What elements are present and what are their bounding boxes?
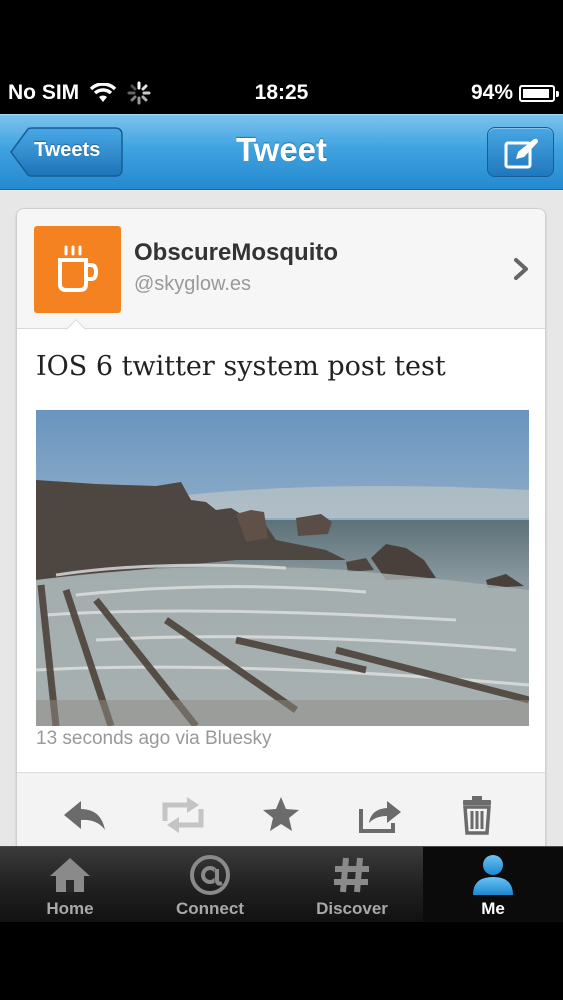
tab-bar: Home Connect Discover Me — [0, 846, 563, 923]
bottom-bezel — [0, 922, 563, 1000]
coastal-rocks-photo — [36, 410, 529, 726]
retweet-icon — [162, 797, 204, 833]
delete-button[interactable] — [457, 795, 505, 835]
share-icon — [359, 801, 401, 833]
tab-home[interactable]: Home — [0, 847, 140, 923]
retweet-button[interactable] — [157, 795, 205, 835]
avatar[interactable] — [34, 226, 121, 313]
hashtag-icon — [334, 857, 369, 893]
home-icon — [50, 858, 90, 892]
coffee-mug-icon — [58, 245, 99, 292]
tab-me-label: Me — [481, 899, 505, 918]
page-title: Tweet — [235, 131, 328, 168]
share-button[interactable] — [357, 795, 405, 835]
tweet-detail-view: ObscureMosquito @skyglow.es IOS 6 twitte… — [0, 190, 563, 846]
chevron-right-icon — [514, 258, 528, 280]
status-bar: No SIM 18:25 94% — [0, 72, 563, 114]
person-icon — [473, 855, 513, 895]
reply-button[interactable] — [61, 795, 109, 835]
author-display-name: ObscureMosquito — [134, 239, 339, 266]
favorite-button[interactable] — [257, 795, 305, 835]
tab-discover[interactable]: Discover — [282, 847, 422, 923]
battery-percent: 94% — [470, 81, 513, 104]
tweet-card: ObscureMosquito @skyglow.es IOS 6 twitte… — [16, 208, 546, 846]
tweet-timestamp: 13 seconds ago via Bluesky — [36, 728, 272, 749]
author-row[interactable]: ObscureMosquito @skyglow.es — [17, 209, 545, 329]
status-right: 94% — [470, 81, 559, 105]
compose-icon — [504, 138, 538, 169]
battery-fill — [523, 88, 549, 98]
tab-discover-label: Discover — [316, 899, 388, 918]
reply-icon — [64, 801, 105, 830]
tab-home-label: Home — [46, 899, 94, 918]
tweet-text: IOS 6 twitter system post test — [36, 351, 446, 382]
delete-trash-icon — [463, 796, 491, 835]
author-handle: @skyglow.es — [134, 273, 252, 295]
at-sign-icon — [190, 855, 230, 895]
navigation-bar: Tweets Tweet — [0, 114, 563, 190]
tweet-photo[interactable] — [36, 410, 529, 726]
tab-connect[interactable]: Connect — [140, 847, 280, 923]
tab-me[interactable]: Me — [423, 847, 563, 923]
battery-icon — [519, 84, 559, 102]
tab-connect-label: Connect — [176, 899, 244, 918]
compose-button[interactable] — [487, 127, 554, 177]
favorite-star-icon — [263, 797, 299, 831]
tweet-actions-bar — [17, 772, 545, 846]
